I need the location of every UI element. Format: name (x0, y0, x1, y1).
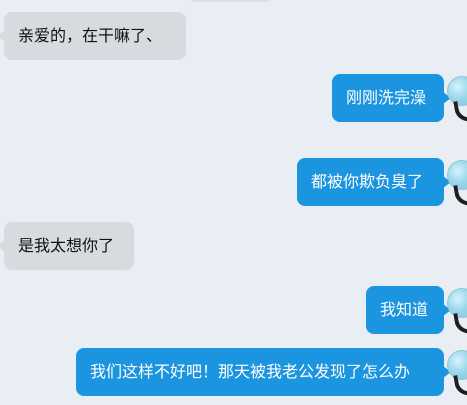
message-bubble-outgoing: 都被你欺负臭了 (297, 158, 451, 206)
user-avatar-icon[interactable] (445, 74, 467, 122)
avatar-hair (453, 98, 467, 122)
user-avatar-icon[interactable] (445, 348, 467, 396)
avatar-hair (453, 182, 467, 206)
message-bubble-outgoing: 我知道 (366, 286, 451, 334)
cropped-header-text (190, 0, 270, 2)
chat-conversation: 亲爱的，在干嘛了、 刚刚洗完澡 都被你欺负臭了 是我太想你了 我知道 我们这样不… (0, 0, 467, 405)
user-avatar-icon[interactable] (445, 286, 467, 334)
message-bubble-outgoing: 我们这样不好吧！那天被我老公发现了怎么办 (76, 348, 451, 396)
message-text: 我知道 (380, 300, 429, 319)
message-text: 是我太想你了 (18, 236, 115, 255)
message-bubble-outgoing: 刚刚洗完澡 (332, 74, 451, 122)
avatar-hair (453, 310, 467, 334)
message-bubble-incoming: 亲爱的，在干嘛了、 (0, 12, 186, 60)
message-text: 刚刚洗完澡 (346, 88, 427, 107)
user-avatar-icon[interactable] (445, 158, 467, 206)
message-text: 我们这样不好吧！那天被我老公发现了怎么办 (90, 362, 411, 381)
message-bubble-incoming: 是我太想你了 (0, 222, 134, 270)
avatar-hair (453, 372, 467, 396)
message-text: 亲爱的，在干嘛了、 (18, 26, 163, 45)
message-text: 都被你欺负臭了 (311, 172, 424, 191)
